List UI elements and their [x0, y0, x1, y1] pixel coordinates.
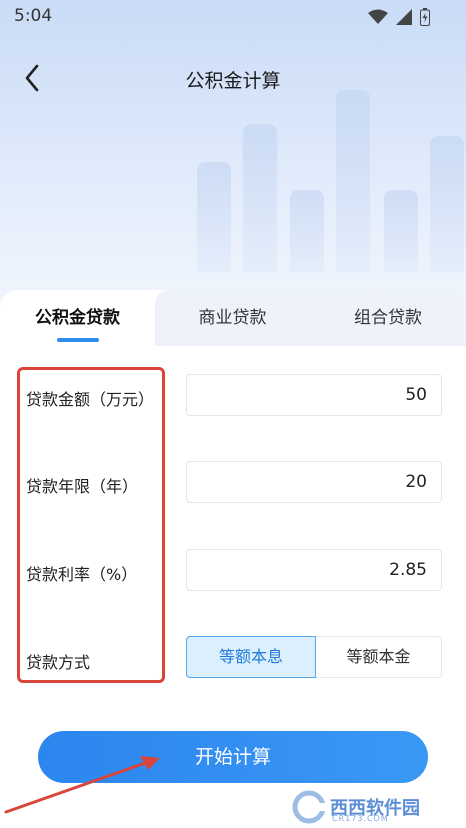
signal-icon: [396, 9, 412, 25]
active-tab-indicator: [57, 338, 99, 342]
tab-commercial-loan[interactable]: 商业贷款: [155, 290, 310, 348]
loan-rate-input[interactable]: [187, 550, 441, 590]
annotation-arrow-icon: [4, 756, 160, 814]
status-bar: 5:04: [0, 0, 466, 34]
decor-bar: [290, 190, 324, 272]
wifi-icon: [368, 9, 388, 24]
calculator-card: 公积金贷款 商业贷款 组合贷款 贷款金额（万元） 贷款年限（年） 贷款利率（%）…: [0, 290, 466, 828]
equal-installment-option[interactable]: 等额本息: [186, 636, 316, 678]
status-time: 5:04: [14, 6, 53, 26]
loan-amount-input[interactable]: [187, 375, 441, 415]
watermark-logo-icon: [292, 790, 326, 824]
loan-years-input[interactable]: [187, 462, 441, 502]
decor-bar: [336, 90, 370, 272]
loan-amount-field[interactable]: [186, 374, 442, 416]
decor-bar: [243, 124, 277, 272]
watermark: 西西软件园 CR173.COM: [292, 790, 462, 824]
decor-bar: [430, 136, 464, 272]
page-title: 公积金计算: [185, 70, 281, 92]
loan-rate-field[interactable]: [186, 549, 442, 591]
tab-combined-loan[interactable]: 组合贷款: [310, 290, 466, 348]
battery-icon: [420, 8, 430, 26]
equal-principal-option[interactable]: 等额本金: [316, 636, 442, 678]
status-icons: [368, 8, 430, 26]
decor-bar: [197, 162, 231, 272]
annotation-highlight-box: [17, 367, 165, 683]
nav-bar: 公积金计算: [0, 50, 466, 106]
loan-type-tabs: 公积金贷款 商业贷款 组合贷款: [0, 290, 466, 348]
loan-years-field[interactable]: [186, 461, 442, 503]
watermark-subtext: CR173.COM: [332, 814, 389, 823]
decor-bar: [384, 190, 418, 272]
